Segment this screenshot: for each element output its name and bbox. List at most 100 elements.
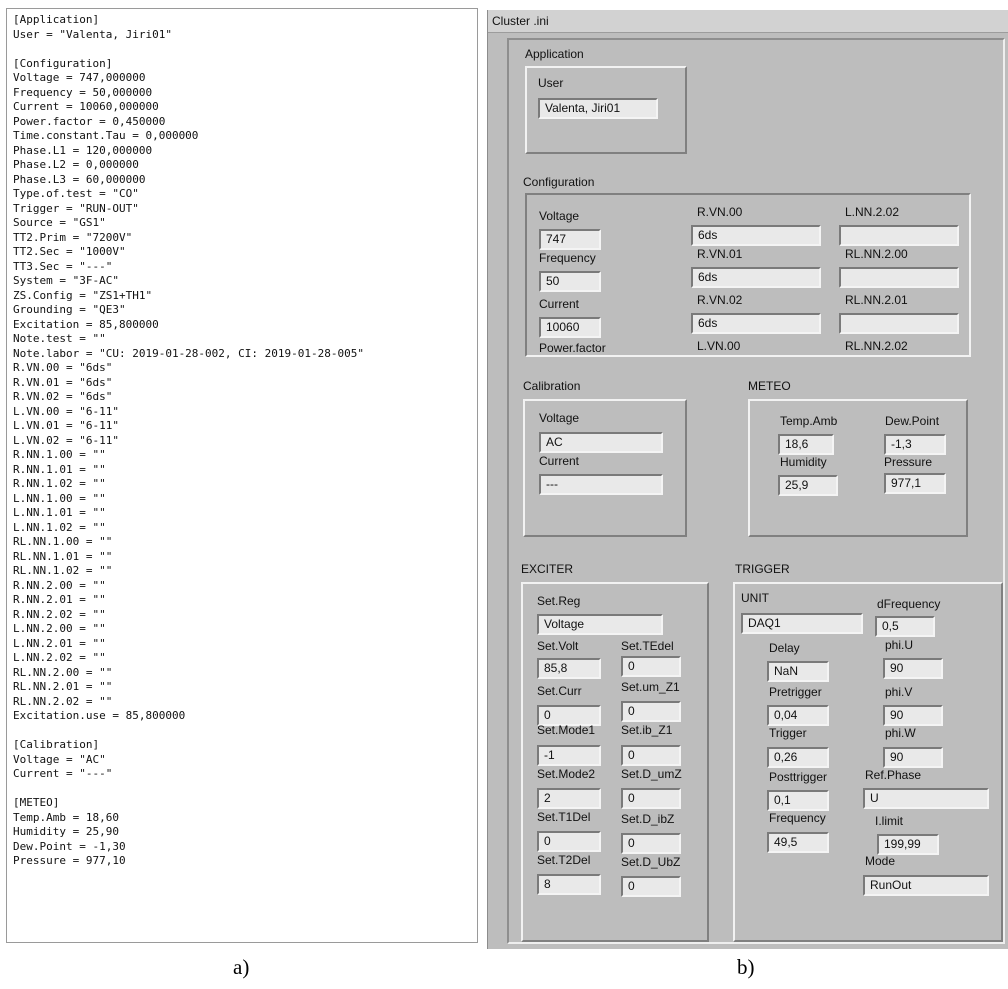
window-title: Cluster .ini bbox=[488, 10, 1008, 33]
rvn00-label: R.VN.00 bbox=[697, 205, 743, 219]
posttrigger-field[interactable]: 0,1 bbox=[767, 790, 829, 811]
rvn01-field[interactable]: 6ds bbox=[691, 267, 821, 288]
ini-line: R.VN.02 = "6ds" bbox=[13, 390, 113, 403]
ini-line: Excitation.use = 85,800000 bbox=[13, 709, 186, 722]
exciter-cluster: Set.Reg Voltage Set.Volt 85,8 Set.TEdel … bbox=[521, 582, 709, 942]
rlnn200-label: RL.NN.2.00 bbox=[845, 247, 908, 261]
set-t1del-label: Set.T1Del bbox=[537, 810, 591, 824]
ini-line: Current = "---" bbox=[13, 767, 113, 780]
set-mode2-label: Set.Mode2 bbox=[537, 767, 596, 781]
frequency-field[interactable]: 49,5 bbox=[767, 832, 829, 853]
set-t1del-field[interactable]: 0 bbox=[537, 831, 601, 852]
ini-line: R.NN.2.00 = "" bbox=[13, 578, 106, 592]
rlnn202-label: RL.NN.2.02 bbox=[845, 339, 908, 353]
ini-line: L.VN.00 = "6-11" bbox=[13, 404, 119, 418]
application-section-title: Application bbox=[525, 47, 584, 61]
config-frequency-label: Frequency bbox=[539, 251, 596, 265]
rvn00-field[interactable]: 6ds bbox=[691, 225, 821, 246]
ini-line: ZS.Config = "ZS1+TH1" bbox=[13, 288, 153, 302]
set-d-ibz-field[interactable]: 0 bbox=[621, 833, 681, 854]
delay-field[interactable]: NaN bbox=[767, 661, 829, 682]
set-mode2-field[interactable]: 2 bbox=[537, 788, 601, 809]
ref-phase-field[interactable]: U bbox=[863, 788, 989, 809]
ini-line: L.NN.1.00 = "" bbox=[13, 491, 106, 505]
ini-line: User = "Valenta, Jiri01" bbox=[13, 27, 172, 41]
ini-line: Temp.Amb = 18,60 bbox=[13, 810, 119, 824]
i-limit-field[interactable]: 199,99 bbox=[877, 834, 939, 855]
ini-line: Phase.L3 = 60,000000 bbox=[13, 172, 146, 186]
pressure-field[interactable]: 977,1 bbox=[884, 473, 946, 494]
set-volt-label: Set.Volt bbox=[537, 639, 579, 653]
humidity-label: Humidity bbox=[780, 455, 827, 469]
ini-line: [Configuration] bbox=[13, 56, 113, 70]
ini-line: RL.NN.1.02 = "" bbox=[13, 564, 113, 577]
dfrequency-field[interactable]: 0,5 bbox=[875, 616, 935, 637]
set-reg-field[interactable]: Voltage bbox=[537, 614, 663, 635]
rlnn201-field[interactable] bbox=[839, 313, 959, 334]
phi-w-field[interactable]: 90 bbox=[883, 747, 943, 768]
ini-line: [Application] bbox=[13, 13, 100, 26]
phi-w-label: phi.W bbox=[885, 726, 916, 740]
rvn02-label: R.VN.02 bbox=[697, 293, 743, 307]
phi-v-label: phi.V bbox=[885, 685, 913, 699]
rlnn201-label: RL.NN.2.01 bbox=[845, 293, 908, 307]
set-um-z1-field[interactable]: 0 bbox=[621, 701, 681, 722]
phi-v-field[interactable]: 90 bbox=[883, 705, 943, 726]
set-tedel-field[interactable]: 0 bbox=[621, 656, 681, 677]
ini-line: Type.of.test = "CO" bbox=[13, 187, 139, 200]
config-frequency-field[interactable]: 50 bbox=[539, 271, 601, 292]
ini-line: Frequency = 50,000000 bbox=[13, 85, 153, 99]
ini-line: Note.labor = "CU: 2019-01-28-002, CI: 20… bbox=[13, 346, 364, 360]
set-volt-field[interactable]: 85,8 bbox=[537, 658, 601, 679]
calibration-cluster: Voltage AC Current --- bbox=[523, 399, 687, 537]
calibration-voltage-field[interactable]: AC bbox=[539, 432, 663, 453]
pressure-label: Pressure bbox=[884, 455, 933, 469]
config-voltage-label: Voltage bbox=[539, 209, 580, 223]
dew-point-field[interactable]: -1,3 bbox=[884, 434, 946, 455]
ini-line: RL.NN.2.01 = "" bbox=[13, 680, 113, 693]
ini-line: Current = 10060,000000 bbox=[13, 100, 159, 113]
exciter-section-title: EXCITER bbox=[521, 562, 574, 576]
set-tedel-label: Set.TEdel bbox=[621, 639, 674, 653]
ini-line: TT2.Sec = "1000V" bbox=[13, 245, 126, 258]
set-mode1-field[interactable]: -1 bbox=[537, 745, 601, 766]
mode-field[interactable]: RunOut bbox=[863, 875, 989, 896]
config-current-field[interactable]: 10060 bbox=[539, 317, 601, 338]
rlnn200-field[interactable] bbox=[839, 267, 959, 288]
set-d-ubz-field[interactable]: 0 bbox=[621, 876, 681, 897]
ini-line: Phase.L1 = 120,000000 bbox=[13, 143, 153, 157]
unit-field[interactable]: DAQ1 bbox=[741, 613, 863, 634]
set-mode1-label: Set.Mode1 bbox=[537, 723, 596, 737]
trigger-field[interactable]: 0,26 bbox=[767, 747, 829, 768]
pretrigger-field[interactable]: 0,04 bbox=[767, 705, 829, 726]
lnn202-field[interactable] bbox=[839, 225, 959, 246]
set-d-umz-field[interactable]: 0 bbox=[621, 788, 681, 809]
caption-a: a) bbox=[233, 955, 250, 979]
ini-line: R.VN.00 = "6ds" bbox=[13, 361, 113, 374]
config-voltage-field[interactable]: 747 bbox=[539, 229, 601, 250]
caption-b: b) bbox=[737, 955, 755, 979]
user-label: User bbox=[538, 76, 564, 90]
ini-line: Phase.L2 = 0,000000 bbox=[13, 158, 139, 171]
ini-line: R.NN.2.02 = "" bbox=[13, 607, 106, 621]
phi-u-field[interactable]: 90 bbox=[883, 658, 943, 679]
ini-line: RL.NN.2.00 = "" bbox=[13, 665, 113, 679]
set-ib-z1-field[interactable]: 0 bbox=[621, 745, 681, 766]
meteo-cluster: Temp.Amb 18,6 Dew.Point -1,3 Humidity 25… bbox=[748, 399, 968, 537]
calibration-current-field[interactable]: --- bbox=[539, 474, 663, 495]
set-um-z1-label: Set.um_Z1 bbox=[621, 680, 680, 694]
ini-line: R.VN.01 = "6ds" bbox=[13, 375, 113, 389]
delay-label: Delay bbox=[769, 641, 800, 655]
mode-label: Mode bbox=[865, 854, 896, 868]
trigger-label: Trigger bbox=[769, 726, 807, 740]
rvn02-field[interactable]: 6ds bbox=[691, 313, 821, 334]
i-limit-label: I.limit bbox=[875, 814, 903, 828]
set-t2del-field[interactable]: 8 bbox=[537, 874, 601, 895]
application-cluster: User Valenta, Jiri01 bbox=[525, 66, 687, 154]
temp-amb-field[interactable]: 18,6 bbox=[778, 434, 834, 455]
posttrigger-label: Posttrigger bbox=[769, 770, 828, 784]
humidity-field[interactable]: 25,9 bbox=[778, 475, 838, 496]
user-field[interactable]: Valenta, Jiri01 bbox=[538, 98, 658, 119]
ini-line: RL.NN.2.02 = "" bbox=[13, 694, 113, 708]
set-d-ibz-label: Set.D_ibZ bbox=[621, 812, 675, 826]
